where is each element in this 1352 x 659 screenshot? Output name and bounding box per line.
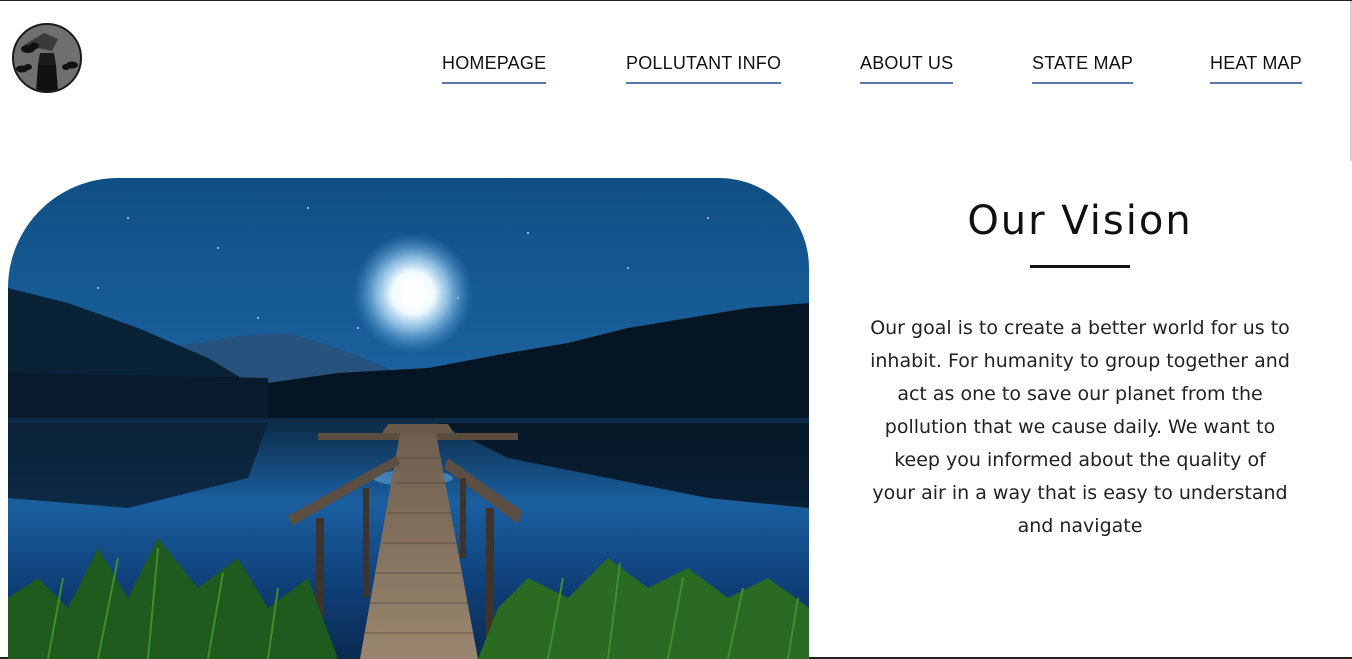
nav-about-us[interactable]: ABOUT US (860, 53, 954, 84)
vision-section: Our Vision Our goal is to create a bette… (860, 191, 1300, 543)
vision-divider (1030, 265, 1130, 268)
night-lake-dock-moon-photo (8, 178, 809, 659)
nav-state-map[interactable]: STATE MAP (1032, 53, 1134, 84)
vision-text: Our goal is to create a better world for… (870, 317, 1290, 537)
vision-title: Our Vision (967, 198, 1193, 244)
main-nav: HOMEPAGE POLLUTANT INFO ABOUT US STATE M… (0, 53, 1352, 87)
nav-pollutant-info[interactable]: POLLUTANT INFO (626, 53, 782, 84)
nav-heat-map[interactable]: HEAT MAP (1210, 53, 1302, 84)
page: HOMEPAGE POLLUTANT INFO ABOUT US STATE M… (0, 0, 1352, 659)
nav-homepage[interactable]: HOMEPAGE (442, 53, 547, 84)
